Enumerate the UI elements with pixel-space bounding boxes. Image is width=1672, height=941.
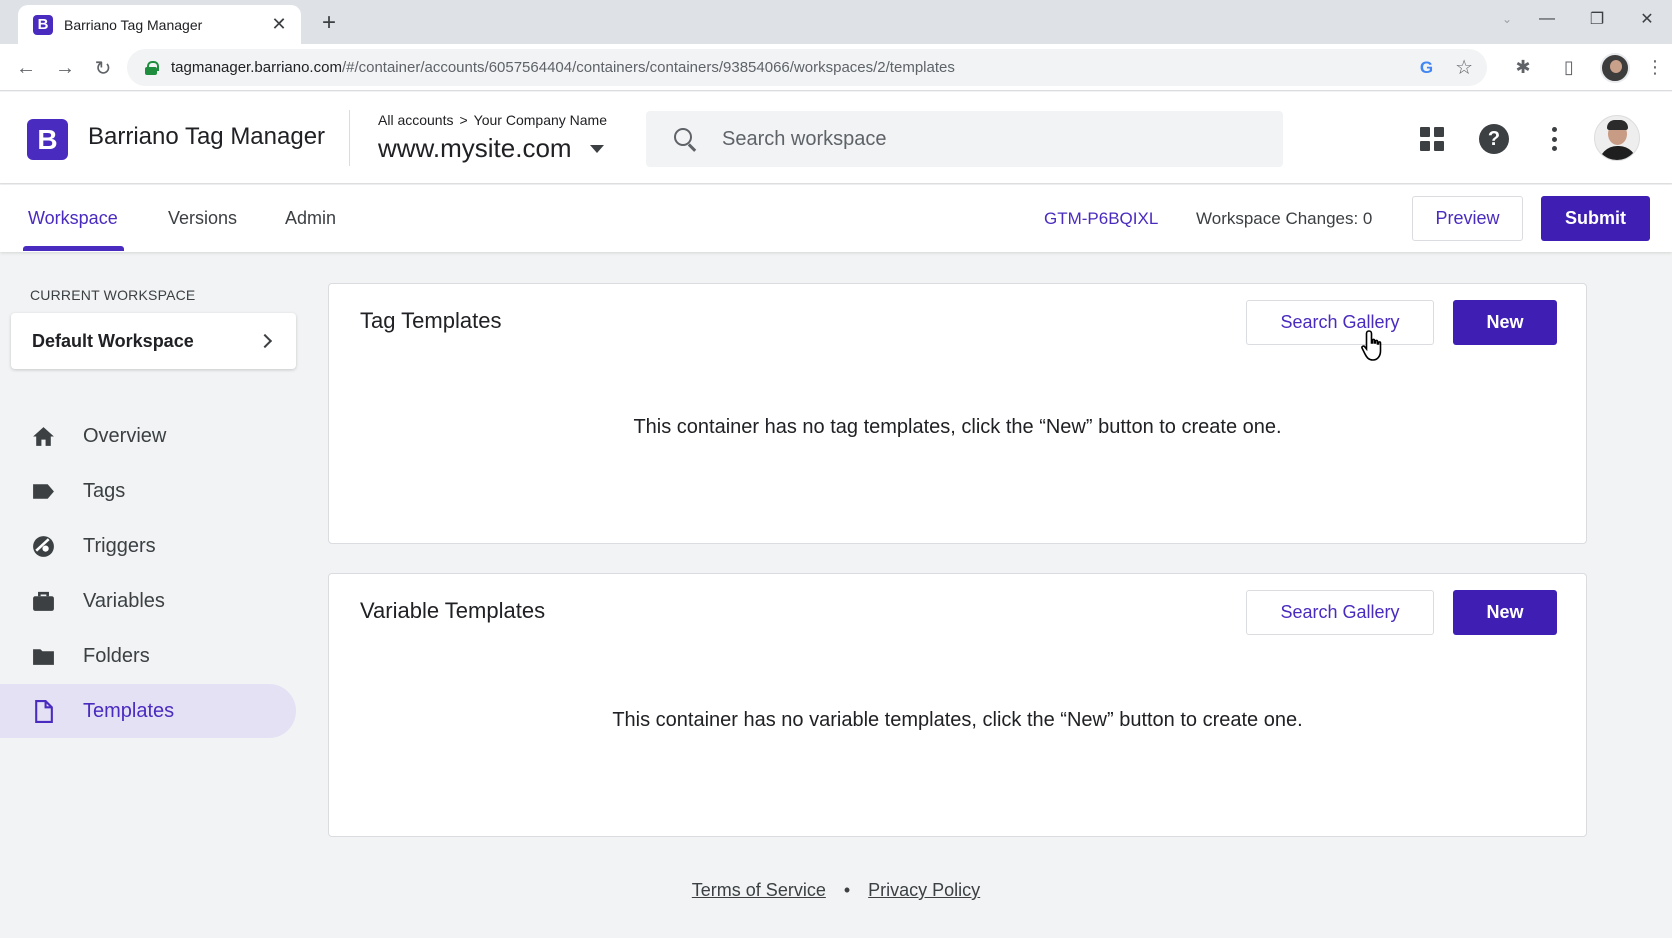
bookmark-star-icon[interactable]: ☆ [1455,55,1473,80]
breadcrumb-separator: > [459,112,468,128]
tag-templates-title: Tag Templates [360,308,502,333]
forward-icon[interactable]: → [51,54,79,82]
home-icon [33,427,54,446]
container-name: www.mysite.com [378,133,572,163]
app-name: Barriano Tag Manager [88,123,326,150]
sidebar-item-variables[interactable]: Variables [0,574,296,628]
url-host: tagmanager.barriano.com [171,59,342,76]
extensions-icon[interactable]: ✱ [1500,57,1546,78]
workspace-changes: Workspace Changes: 0 [1196,208,1373,228]
tag-search-gallery-button[interactable]: Search Gallery [1246,300,1434,345]
help-icon[interactable]: ? [1479,124,1509,154]
back-icon[interactable]: ← [12,54,40,82]
breadcrumb-all-accounts[interactable]: All accounts [378,112,453,128]
trigger-icon [33,536,54,557]
container-id[interactable]: GTM-P6BQIXL [1044,185,1158,252]
footer-separator: • [843,880,851,900]
sidebar-item-label: Variables [83,589,165,612]
browser-profile-avatar[interactable] [1600,52,1630,83]
sidebar-item-overview[interactable]: Overview [0,409,296,463]
breadcrumb: All accounts > Your Company Name [378,112,607,128]
sidebar-item-templates[interactable]: Templates [0,684,296,738]
sidebar-item-label: Tags [83,479,126,502]
sidebar-item-label: Triggers [83,534,156,557]
browser-menu-icon[interactable]: ⋮ [1638,57,1672,78]
app-header: B Barriano Tag Manager All accounts > Your… [0,92,1672,184]
lock-icon [145,60,159,75]
close-icon[interactable]: ✕ [269,14,289,35]
favicon-icon: B [33,14,53,35]
url-path: /#/container/accounts/6057564404/contain… [341,59,955,76]
breadcrumb-account[interactable]: Your Company Name [474,112,607,128]
reload-icon[interactable]: ↻ [89,54,117,82]
sidebar-item-label: Folders [83,644,150,667]
tag-templates-empty-message: This container has no tag templates, cli… [633,416,1282,438]
folder-icon [33,649,54,665]
header-divider [349,110,350,166]
tab-search-icon[interactable]: ⌄ [1492,12,1522,26]
window-controls: ⌄ — ❐ ✕ [1492,0,1672,38]
current-workspace-label: CURRENT WORKSPACE [30,287,196,303]
caret-down-icon [589,144,604,153]
variable-templates-card: Variable Templates Search Gallery New Th… [328,573,1587,837]
user-avatar[interactable] [1594,115,1640,161]
browser-tab[interactable]: B Barriano Tag Manager ✕ [18,5,301,44]
search-input[interactable] [722,127,1242,151]
new-tab-icon[interactable]: + [316,9,342,37]
variable-templates-empty-message: This container has no variable templates… [612,709,1303,731]
browser-toolbar: ← → ↻ tagmanager.barriano.com/#/containe… [0,44,1672,91]
tag-templates-card: Tag Templates Search Gallery New This co… [328,283,1587,544]
search-box[interactable] [646,111,1283,167]
side-panel-icon[interactable]: ▯ [1546,57,1592,78]
tab-workspace[interactable]: Workspace [28,185,118,252]
sidebar-item-folders[interactable]: Folders [0,629,296,683]
browser-tab-bar: B Barriano Tag Manager ✕ + ⌄ — ❐ ✕ [0,0,1672,44]
tab-title: Barriano Tag Manager [64,16,203,33]
logo-icon: B [27,119,68,160]
briefcase-icon [33,591,54,611]
hand-cursor-icon [1361,330,1382,361]
submit-button[interactable]: Submit [1541,196,1650,241]
tab-versions[interactable]: Versions [168,185,237,252]
tab-admin[interactable]: Admin [285,185,336,252]
restore-icon[interactable]: ❐ [1572,9,1622,29]
terms-of-service-link[interactable]: Terms of Service [692,880,826,900]
more-vert-icon[interactable] [1548,125,1560,153]
minimize-icon[interactable]: — [1522,10,1572,28]
document-icon [35,700,53,723]
variable-new-button[interactable]: New [1453,590,1557,635]
active-tab-indicator [23,246,124,251]
container-selector[interactable]: www.mysite.com [378,133,604,164]
workspace-nav: Workspace Versions Admin GTM-P6BQIXL Wor… [0,185,1672,252]
workspace-name: Default Workspace [32,330,194,351]
sidebar-item-label: Overview [83,424,167,447]
url-text[interactable]: tagmanager.barriano.com/#/container/acco… [171,59,955,76]
address-bar[interactable]: tagmanager.barriano.com/#/container/acco… [127,49,1487,86]
footer: Terms of Service • Privacy Policy [0,880,1672,901]
search-icon [674,128,696,150]
sidebar-item-tags[interactable]: Tags [0,464,296,518]
variable-search-gallery-button[interactable]: Search Gallery [1246,590,1434,635]
sidebar-item-triggers[interactable]: Triggers [0,519,296,573]
tag-new-button[interactable]: New [1453,300,1557,345]
window-close-icon[interactable]: ✕ [1622,9,1672,29]
chevron-right-icon [257,333,273,349]
google-icon[interactable]: G [1420,58,1433,78]
preview-button[interactable]: Preview [1412,196,1523,241]
tag-icon [33,484,54,499]
privacy-policy-link[interactable]: Privacy Policy [868,880,980,900]
workspace-selector[interactable]: Default Workspace [11,313,296,369]
variable-templates-title: Variable Templates [360,598,546,623]
apps-grid-icon[interactable] [1420,127,1444,151]
sidebar-item-label: Templates [83,699,175,722]
